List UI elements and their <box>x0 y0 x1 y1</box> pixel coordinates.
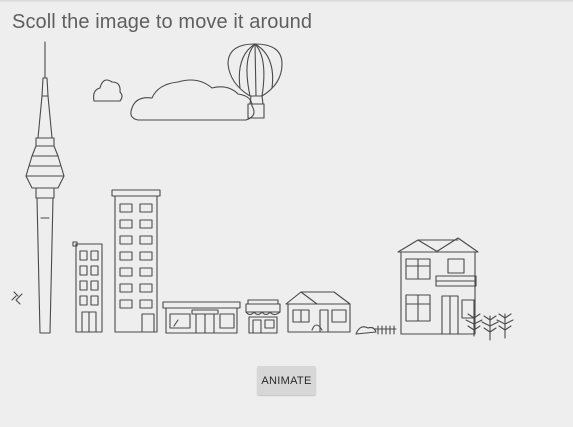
animate-button[interactable]: ANIMATE <box>257 366 316 395</box>
fence-icon <box>355 325 397 335</box>
tree-icon <box>465 313 514 341</box>
instruction-text: Scoll the image to move it around <box>12 11 313 33</box>
hot-air-balloon-icon <box>227 43 283 119</box>
cafe-building-icon <box>245 299 281 334</box>
small-cloud-icon <box>93 79 123 102</box>
shop-building-icon <box>162 301 241 334</box>
narrow-building-icon <box>72 241 103 333</box>
top-shadow <box>0 0 573 3</box>
scrollable-city-image[interactable] <box>0 38 573 348</box>
plant-icon <box>11 291 23 305</box>
tall-building-icon <box>111 189 161 333</box>
large-cloud-icon <box>130 79 255 121</box>
sky-tower-icon <box>25 41 65 334</box>
house-icon <box>285 291 351 333</box>
